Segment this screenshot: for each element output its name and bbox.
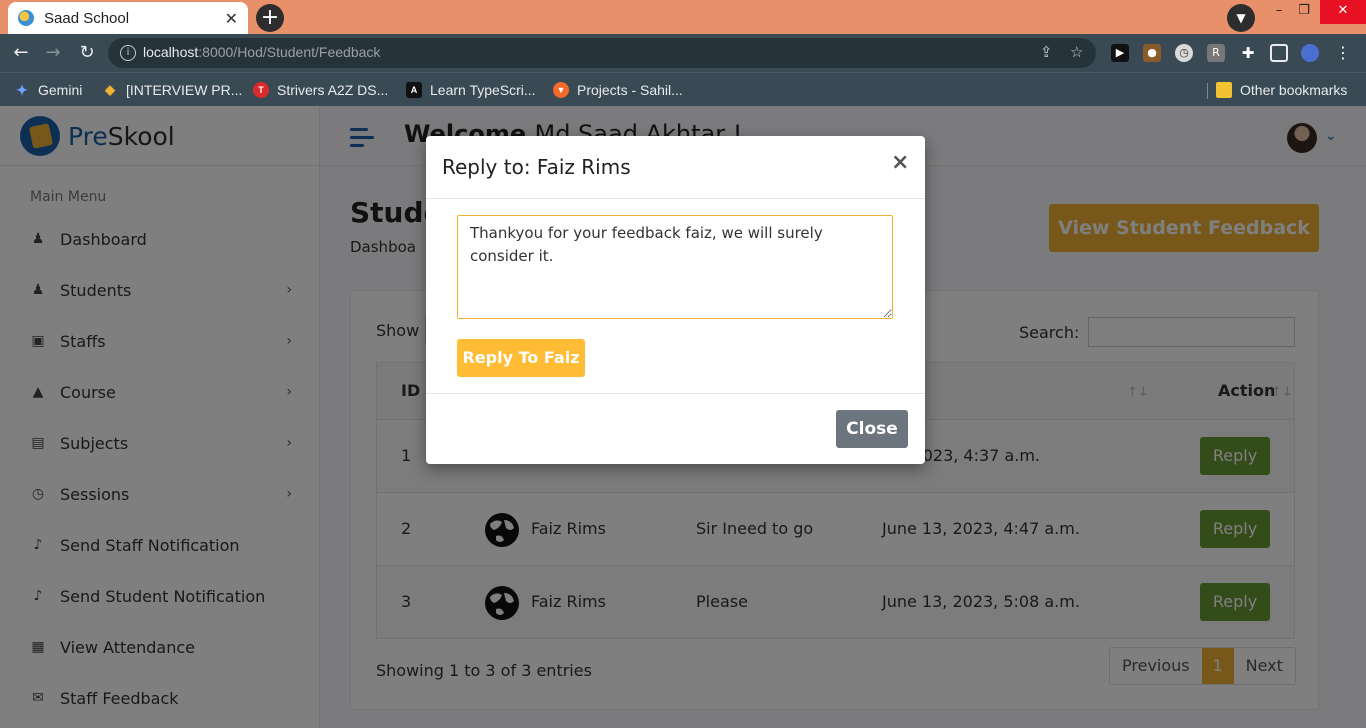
share-icon[interactable]: ⇪: [1040, 43, 1053, 61]
new-tab-button[interactable]: +: [256, 4, 284, 32]
site-info-icon[interactable]: i: [120, 45, 136, 61]
bookmark-strivers[interactable]: T Strivers A2Z DS...: [253, 80, 388, 100]
tab-close-icon[interactable]: ✕: [225, 9, 238, 28]
address-bar[interactable]: i localhost:8000/Hod/Student/Feedback ⇪ …: [108, 38, 1096, 68]
extension-cookie-icon[interactable]: ●: [1143, 44, 1161, 62]
folder-icon: [1216, 82, 1232, 98]
reply-modal: Reply to: Faiz Rims × Thankyou for your …: [426, 136, 925, 464]
forward-arrow-icon[interactable]: →: [42, 42, 64, 64]
bookmark-gemini[interactable]: ✦ Gemini: [14, 80, 82, 100]
tuf-icon: T: [253, 82, 269, 98]
extension-clock-icon[interactable]: ◷: [1175, 44, 1193, 62]
modal-title: Reply to: Faiz Rims: [442, 155, 631, 179]
bookmark-page-icon: ◆: [105, 82, 115, 97]
browser-tab[interactable]: Saad School ✕: [8, 2, 248, 34]
browser-menu-icon[interactable]: ⋮: [1334, 44, 1352, 62]
reload-icon[interactable]: ↻: [76, 42, 98, 64]
browser-toolbar: ← → ↻ i localhost:8000/Hod/Student/Feedb…: [0, 34, 1366, 72]
projects-icon: ▼: [553, 82, 569, 98]
tab-search-button[interactable]: ▼: [1227, 4, 1255, 32]
extensions-puzzle-icon[interactable]: ✚: [1239, 44, 1257, 62]
close-icon[interactable]: ×: [891, 150, 909, 175]
url-text: localhost:8000/Hod/Student/Feedback: [143, 44, 381, 60]
reply-to-faiz-button[interactable]: Reply To Faiz: [457, 339, 585, 377]
bookmark-projects[interactable]: ▼ Projects - Sahil...: [553, 80, 683, 100]
bookmarks-divider: [1207, 83, 1208, 99]
bookmarks-bar: ✦ Gemini ◆ [INTERVIEW PR... T Strivers A…: [0, 72, 1366, 106]
maximize-button[interactable]: ❐: [1287, 0, 1321, 24]
bookmark-star-icon[interactable]: ☆: [1070, 43, 1083, 61]
bookmark-interview[interactable]: ◆ [INTERVIEW PR...: [102, 80, 242, 100]
bookmark-typescript[interactable]: A Learn TypeScri...: [406, 80, 536, 100]
other-bookmarks[interactable]: Other bookmarks: [1216, 80, 1347, 100]
side-panel-icon[interactable]: [1270, 44, 1288, 62]
site-favicon-icon: [18, 10, 34, 26]
window-close-button[interactable]: ✕: [1320, 0, 1366, 24]
browser-tabstrip: Saad School ✕ + ▼ – ❐ ✕: [0, 0, 1366, 34]
extension-r-icon[interactable]: R: [1207, 44, 1225, 62]
gemini-icon: ✦: [16, 82, 28, 98]
extension-play-icon[interactable]: ▶: [1111, 44, 1129, 62]
back-arrow-icon[interactable]: ←: [10, 42, 32, 64]
profile-avatar[interactable]: [1301, 44, 1319, 62]
modal-footer-divider: [426, 393, 925, 394]
close-button[interactable]: Close: [836, 410, 908, 448]
modal-header: Reply to: Faiz Rims ×: [426, 136, 925, 199]
tab-title: Saad School: [44, 9, 130, 27]
typescript-icon: A: [406, 82, 422, 98]
reply-textarea[interactable]: Thankyou for your feedback faiz, we will…: [457, 215, 893, 319]
